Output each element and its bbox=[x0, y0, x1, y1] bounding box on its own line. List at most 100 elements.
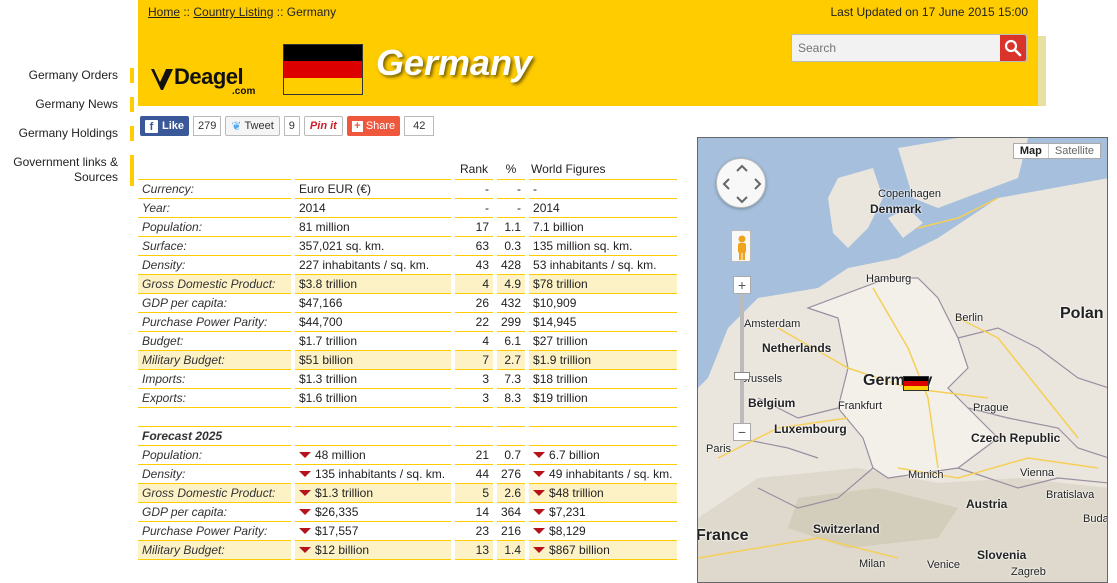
row-label-text: Year: bbox=[142, 200, 171, 215]
row-rank-text: 23 bbox=[475, 523, 489, 538]
header-shadow bbox=[1038, 36, 1046, 106]
row-world-text: $78 trillion bbox=[533, 276, 588, 291]
row-label: Purchase Power Parity: bbox=[138, 312, 295, 332]
row-value: $44,700 bbox=[293, 312, 455, 332]
breadcrumb-separator: :: bbox=[273, 5, 287, 19]
row-pct-text: - bbox=[517, 200, 522, 215]
share-button[interactable]: + Share bbox=[346, 116, 401, 136]
row-rank-text: 7 bbox=[482, 352, 489, 367]
forecast-section-row: Forecast 2025 bbox=[138, 426, 681, 446]
germany-marker[interactable] bbox=[903, 376, 929, 391]
row-world-text: $8,129 bbox=[549, 523, 586, 538]
last-updated-text: Last Updated on 17 June 2015 15:00 bbox=[830, 5, 1029, 19]
search-button[interactable] bbox=[1000, 35, 1026, 61]
search-input[interactable] bbox=[792, 35, 997, 61]
zoom-in-button[interactable]: + bbox=[733, 276, 751, 294]
row-value: $51 billion bbox=[293, 350, 455, 370]
germany-map[interactable]: Copenhagen Denmark Hamburg Amsterdam Net… bbox=[697, 137, 1108, 583]
map-type-control: Map Satellite bbox=[1012, 143, 1101, 159]
row-value-text: $51 billion bbox=[299, 352, 354, 367]
row-pct-text: 216 bbox=[501, 523, 522, 538]
row-label: Gross Domestic Product: bbox=[138, 483, 295, 503]
table-row: Density: 135 inhabitants / sq. km. 44 276 49… bbox=[138, 464, 681, 484]
row-world: $14,945 bbox=[527, 312, 681, 332]
row-rank-text: 22 bbox=[475, 314, 489, 329]
row-label: Currency: bbox=[138, 179, 295, 199]
street-view-pegman[interactable] bbox=[731, 230, 751, 262]
row-world: 49 inhabitants / sq. km. bbox=[527, 464, 681, 484]
row-pct-text: 299 bbox=[501, 314, 522, 329]
spacer-cell bbox=[527, 407, 681, 427]
row-world: $19 trillion bbox=[527, 388, 681, 408]
map-label-buda: Buda bbox=[1083, 513, 1108, 525]
table-body: Currency: Euro EUR (€) - - - Year: 2014- -2014 P… bbox=[138, 179, 681, 560]
row-world: 6.7 billion bbox=[527, 445, 681, 465]
pan-control[interactable] bbox=[716, 158, 766, 208]
row-rank-text: - bbox=[485, 181, 489, 196]
table-row: Imports: $1.3 trillion 3 7.3 $18 trillion bbox=[138, 369, 681, 389]
breadcrumb-country-listing-link[interactable]: Country Listing bbox=[193, 5, 273, 19]
row-label-text: Purchase Power Parity: bbox=[142, 523, 268, 538]
down-arrow-icon bbox=[533, 452, 546, 459]
table-row: GDP per capita: $26,335 14 364 $7,231 bbox=[138, 502, 681, 522]
row-rank: 4 bbox=[453, 331, 497, 351]
row-label-text: Purchase Power Parity: bbox=[142, 314, 268, 329]
spacer-cell bbox=[293, 407, 455, 427]
row-world-text: - bbox=[533, 181, 538, 196]
row-world-text: 6.7 billion bbox=[549, 447, 600, 462]
map-type-map-button[interactable]: Map bbox=[1014, 144, 1048, 158]
like-count: 279 bbox=[193, 116, 222, 136]
row-value-text: $17,557 bbox=[315, 523, 359, 538]
sidebar-item-government-links[interactable]: Government links & Sources bbox=[0, 155, 134, 186]
zoom-slider-thumb[interactable] bbox=[734, 372, 750, 380]
map-label-milan: Milan bbox=[859, 558, 886, 570]
sidebar-item-news[interactable]: Germany News bbox=[0, 97, 134, 112]
sidebar-item-holdings[interactable]: Germany Holdings bbox=[0, 126, 134, 141]
row-value-text: $1.3 trillion bbox=[315, 485, 374, 500]
down-arrow-icon bbox=[533, 528, 546, 535]
header-value-col bbox=[293, 160, 453, 180]
row-world-text: $48 trillion bbox=[549, 485, 604, 500]
logo-dotcom: .com bbox=[232, 86, 256, 97]
down-arrow-icon bbox=[299, 509, 311, 516]
map-type-satellite-button[interactable]: Satellite bbox=[1047, 144, 1100, 158]
row-value: $17,557 bbox=[293, 521, 455, 541]
row-value-text: $47,166 bbox=[299, 295, 343, 310]
plus-icon: + bbox=[351, 120, 363, 132]
row-value-text: 227 inhabitants / sq. km. bbox=[299, 257, 430, 272]
page-title: Germany bbox=[376, 42, 533, 83]
pinterest-button[interactable]: Pin it bbox=[303, 116, 343, 136]
table-row: Purchase Power Parity: $17,557 23 216 $8,129 bbox=[138, 521, 681, 541]
map-label-bratislava: Bratislava bbox=[1046, 489, 1095, 501]
sidebar-item-orders[interactable]: Germany Orders bbox=[0, 68, 134, 83]
row-value-text: 81 million bbox=[299, 219, 350, 234]
row-pct-text: 0.7 bbox=[504, 447, 522, 462]
breadcrumb-home-link[interactable]: Home bbox=[148, 5, 180, 19]
zoom-out-button[interactable]: − bbox=[733, 423, 751, 441]
row-label: Military Budget: bbox=[138, 540, 295, 560]
down-arrow-icon bbox=[299, 528, 311, 535]
row-pct-text: 432 bbox=[501, 295, 522, 310]
row-rank: 43 bbox=[453, 255, 497, 275]
row-rank-text: 4 bbox=[482, 276, 489, 291]
row-value: 357,021 sq. km. bbox=[293, 236, 455, 256]
facebook-like-button[interactable]: f Like bbox=[140, 116, 190, 136]
row-rank-text: 26 bbox=[475, 295, 489, 310]
row-world: $8,129 bbox=[527, 521, 681, 541]
map-label-belgium: Belgium bbox=[748, 396, 796, 410]
row-world-text: 49 inhabitants / sq. km. bbox=[549, 466, 673, 481]
breadcrumb-current: Germany bbox=[286, 5, 337, 19]
row-rank: 44 bbox=[453, 464, 497, 484]
sidebar-item-label: Government links & bbox=[13, 155, 118, 169]
row-world-text: 53 inhabitants / sq. km. bbox=[533, 257, 657, 272]
zoom-slider-track[interactable] bbox=[740, 294, 744, 426]
row-pct-text: - bbox=[517, 181, 522, 196]
row-world-text: $18 trillion bbox=[533, 371, 588, 386]
row-pct-text: 1.1 bbox=[504, 219, 522, 234]
tweet-button[interactable]: ❦ Tweet bbox=[225, 116, 280, 136]
share-count: 42 bbox=[404, 116, 435, 136]
row-world: $78 trillion bbox=[527, 274, 681, 294]
row-pct-text: 364 bbox=[501, 504, 522, 519]
row-pct: 0.7 bbox=[495, 445, 530, 465]
deagel-logo[interactable]: Deagel .com bbox=[150, 64, 270, 98]
